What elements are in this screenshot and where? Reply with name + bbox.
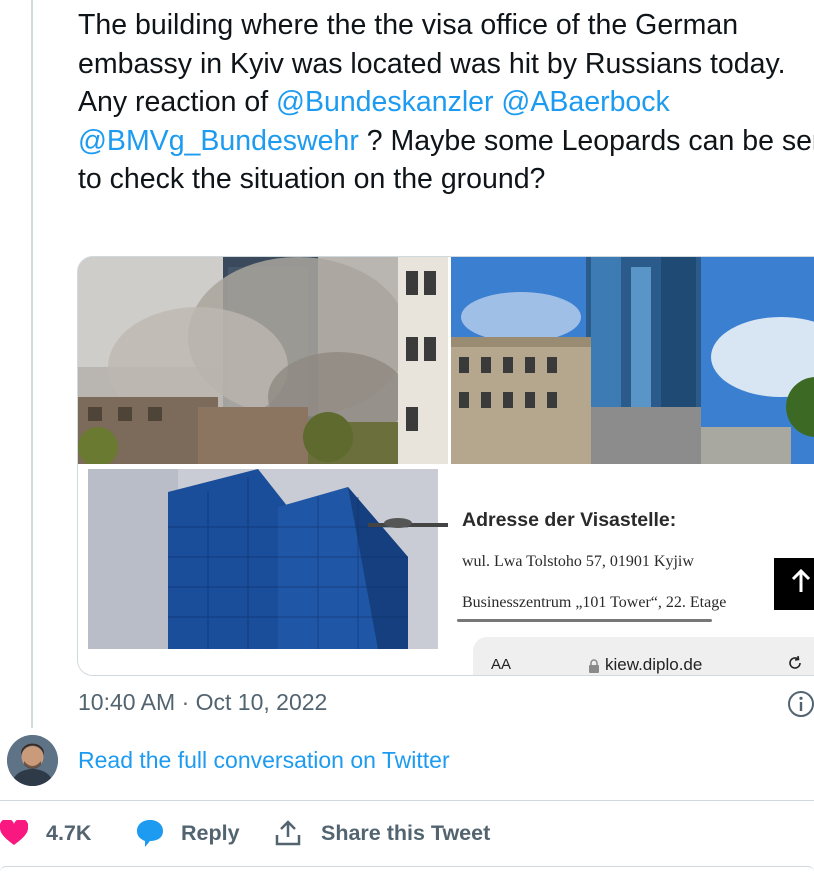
photo-tower-daylight[interactable] [451,257,814,464]
address-line: wul. Lwa Tolstoho 57, 01901 Kyjiw [462,553,694,570]
text-size-label: AA [491,656,512,673]
photo-tower-closeup[interactable] [78,467,448,675]
read-full-conversation-link[interactable]: Read the full conversation on Twitter [78,747,450,774]
like-count: 4.7K [46,820,92,845]
up-arrow-icon [791,568,811,592]
scroll-indicator [457,619,712,622]
info-icon[interactable] [787,690,814,718]
reload-icon [789,655,801,669]
business-line: Businesszentrum „101 Tower“, 22. Etage [462,594,727,611]
share-icon [275,820,301,846]
bottom-card-edge [0,866,814,872]
reply-bubble-icon [137,820,163,847]
url-text: kiew.diplo.de [605,655,703,674]
mention-bundeskanzler[interactable]: @Bundeskanzler [276,86,493,118]
tweet-text: The building where the the visa office o… [78,6,814,199]
tweet-timestamp[interactable]: 10:40 AM · Oct 10, 2022 [78,689,327,716]
scroll-up-button [774,558,814,610]
reply-button[interactable]: Reply [134,815,240,851]
like-button[interactable]: 4.7K [0,815,91,851]
share-button[interactable]: Share this Tweet [274,815,490,851]
heart-icon [0,820,28,845]
lock-icon [589,659,599,673]
share-label: Share this Tweet [321,820,491,845]
browser-url-bar: AA kiew.diplo.de [473,637,814,675]
address-heading: Adresse der Visastelle: [462,509,677,531]
divider [0,800,814,801]
media-grid[interactable]: Adresse der Visastelle: wul. Lwa Tolstoh… [77,256,814,676]
mention-abaerbock[interactable]: @ABaerbock [501,86,669,118]
avatar[interactable] [7,735,58,786]
photo-smoke[interactable] [78,257,448,464]
reply-label: Reply [181,820,240,845]
action-bar: 4.7K Reply Share this Tweet [0,815,814,851]
mention-bmvg[interactable]: @BMVg_Bundeswehr [78,125,359,157]
thread-line [31,0,33,728]
photo-address-screenshot[interactable]: Adresse der Visastelle: wul. Lwa Tolstoh… [451,467,814,675]
